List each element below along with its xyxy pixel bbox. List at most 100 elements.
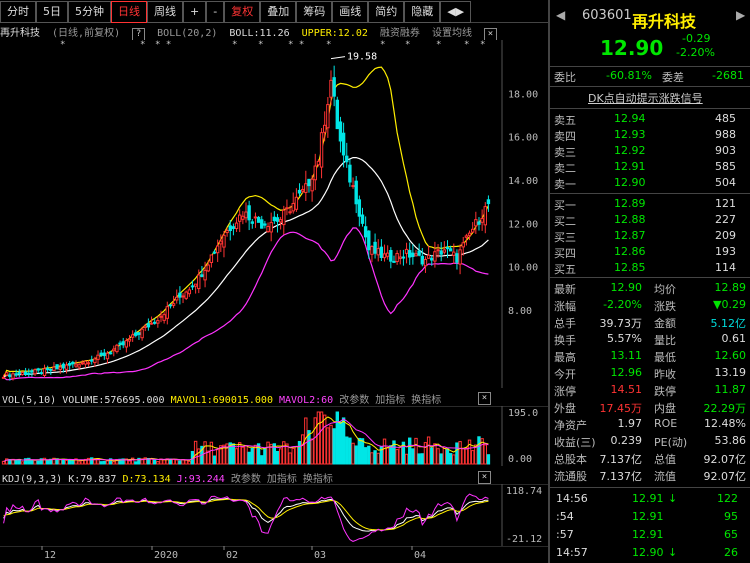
vol-mavol1: MAVOL1:690015.000	[170, 395, 273, 406]
candle	[486, 195, 491, 212]
volume-bar	[212, 455, 217, 465]
stat-value: 12.96	[610, 366, 643, 379]
volume-bar	[282, 441, 286, 465]
candle	[102, 348, 107, 360]
sell-row: 卖五 12.94 485	[550, 112, 750, 128]
volume-bar	[357, 437, 362, 465]
candle	[395, 250, 399, 265]
buy-price: 12.86	[614, 245, 646, 258]
sell-label: 卖四	[554, 130, 576, 143]
candle	[115, 343, 119, 354]
volume-bar	[209, 441, 214, 465]
toolbar-tab-5[interactable]: +	[183, 1, 207, 23]
weicha-value: -2681	[712, 69, 744, 82]
volume-bar	[411, 448, 415, 465]
sell-price: 12.91	[614, 160, 646, 173]
sell-row: 卖一 12.90 504	[550, 176, 750, 192]
toolbar-tab-4[interactable]: 周线	[147, 1, 183, 23]
price-axis-label: 16.00	[508, 133, 538, 144]
stat-label: 总股本	[554, 453, 587, 466]
toolbar-tab-1[interactable]: 5日	[36, 1, 68, 23]
stat-row: 外盘 17.45万 内盘 22.29万	[550, 400, 750, 416]
volume-bar	[45, 460, 50, 465]
vol-switch-indicator[interactable]: 换指标	[411, 395, 441, 406]
vol-change-params[interactable]: 改参数	[339, 395, 369, 406]
toolbar-tab-0[interactable]: 分时	[0, 1, 36, 23]
candle	[260, 215, 264, 229]
price-axis-label: 14.00	[508, 176, 538, 187]
vol-mavol2: MAVOL2:60	[279, 395, 334, 406]
volume-bar	[341, 417, 346, 465]
date-axis-label: 03	[314, 550, 326, 561]
toolbar-arrows-icon[interactable]: ◀▶	[440, 1, 472, 23]
help-icon[interactable]: ?	[132, 28, 146, 40]
candle	[329, 70, 333, 106]
candle	[247, 200, 251, 231]
volume-bar	[316, 411, 321, 465]
candle	[256, 216, 261, 223]
stat-value: 39.73万	[599, 317, 643, 330]
candle	[20, 371, 25, 376]
candle	[382, 244, 387, 262]
sell-row: 卖三 12.92 903	[550, 144, 750, 160]
close-vol-icon[interactable]: ×	[478, 392, 491, 405]
volume-bar	[64, 459, 69, 465]
volume-bar	[445, 448, 450, 465]
sell-price: 12.93	[614, 128, 646, 141]
buy-row: 买三 12.87 209	[550, 229, 750, 245]
toolbar-tab-3[interactable]: 日线	[111, 1, 147, 23]
toolbar-tab-12[interactable]: 隐藏	[404, 1, 441, 23]
dk-signal-link[interactable]: DK点自动提示涨跌信号	[588, 90, 703, 106]
stat-row: 总股本 7.137亿 总值 92.07亿	[550, 451, 750, 467]
svg-text:* *: * *	[288, 40, 304, 50]
candle	[373, 233, 377, 259]
tick-row: 14:57 12.90 ↓ 26	[550, 546, 750, 562]
toolbar-tab-11[interactable]: 简约	[368, 1, 405, 23]
buy-label: 买五	[554, 263, 576, 276]
toolbar-tab-7[interactable]: 复权	[224, 1, 261, 23]
volume-bar	[187, 460, 192, 465]
close-chart-icon[interactable]: ×	[483, 28, 497, 40]
volume-bar	[234, 448, 239, 465]
stat-row: 涨幅 -2.20% 涨跌 ▼0.29	[550, 298, 750, 314]
toolbar-tab-2[interactable]: 5分钟	[68, 1, 111, 23]
volume-bar	[260, 455, 264, 465]
candle	[241, 211, 245, 225]
candle	[206, 260, 210, 273]
candle	[263, 220, 267, 229]
sell-volume: 988	[715, 128, 736, 141]
volume-bar	[423, 442, 428, 465]
candle	[392, 255, 396, 263]
toolbar-tab-10[interactable]: 画线	[332, 1, 369, 23]
buy-volume: 193	[715, 245, 736, 258]
candle	[238, 209, 242, 233]
settings-link[interactable]: 设置均线	[432, 28, 472, 39]
sell-label: 卖五	[554, 114, 576, 127]
volume-chart: 195.0 0.00	[0, 406, 548, 466]
divider	[550, 108, 750, 109]
buy-volume: 209	[715, 229, 736, 242]
candlestick-chart[interactable]: 18.00 16.00 14.00 12.00 10.00 8.00 * * * * * * * * *…	[0, 40, 548, 388]
buy-row: 买二 12.88 227	[550, 213, 750, 229]
volume-bar	[80, 460, 84, 465]
candle	[294, 188, 299, 212]
svg-text:*: *	[60, 40, 65, 50]
stat-label: 最高	[554, 351, 576, 364]
toolbar-tab-8[interactable]: 叠加	[260, 1, 297, 23]
date-axis: 12 2020 02 03 04	[0, 546, 548, 561]
toolbar-tab-9[interactable]: 筹码	[296, 1, 333, 23]
dk-signal-row[interactable]: DK点自动提示涨跌信号	[550, 90, 750, 106]
volume-bar	[105, 460, 110, 465]
scroll-left-icon[interactable]: ◀	[556, 8, 565, 22]
margin-link[interactable]: 融资融券	[380, 28, 420, 39]
candle	[370, 245, 374, 263]
candle	[105, 350, 110, 364]
candle	[411, 244, 415, 265]
stat-value: 17.45万	[599, 402, 643, 415]
vol-add-indicator[interactable]: 加指标	[375, 395, 405, 406]
close-kdj-icon[interactable]: ×	[478, 471, 491, 484]
toolbar-tab-6[interactable]: -	[206, 1, 225, 23]
volume-bar	[426, 436, 431, 465]
volume-bar	[398, 446, 402, 465]
scroll-right-icon[interactable]: ▶	[736, 8, 745, 22]
